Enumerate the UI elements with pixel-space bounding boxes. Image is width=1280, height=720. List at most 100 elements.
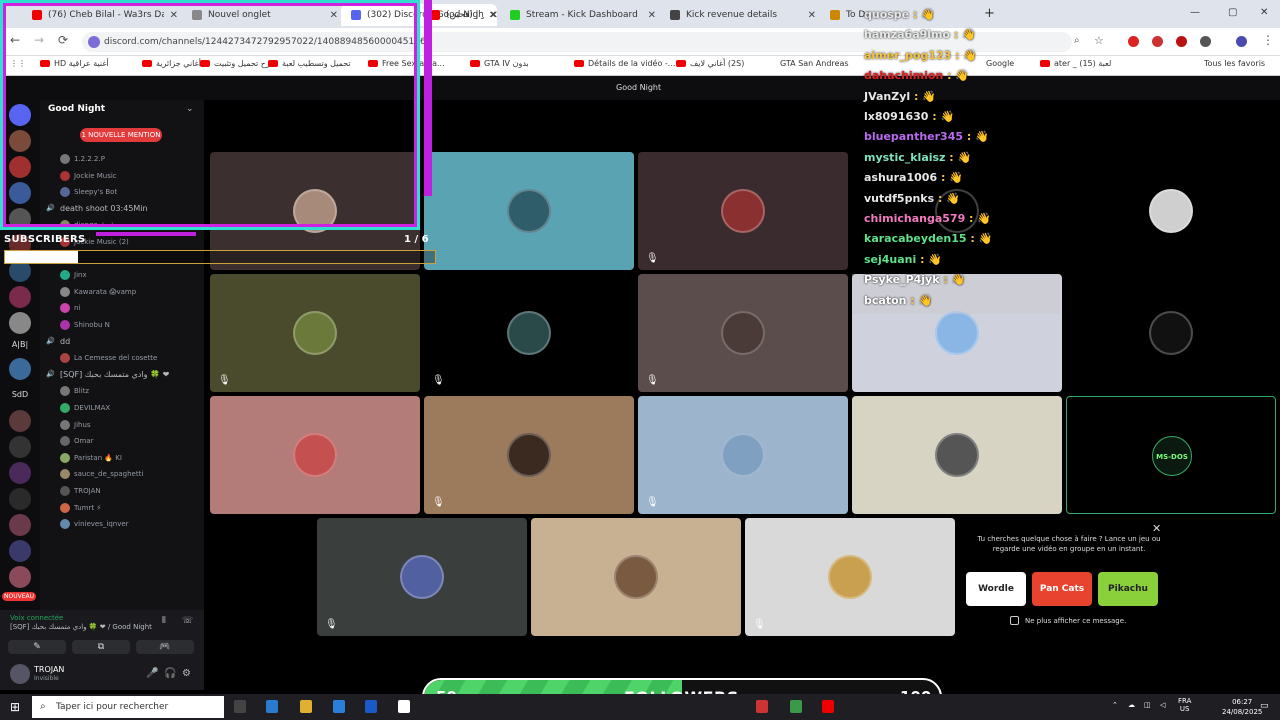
extension-icon[interactable]: [1176, 36, 1187, 47]
participant-tile[interactable]: 🎙: [745, 518, 955, 636]
voice-user[interactable]: DEVILMAX: [60, 401, 200, 415]
participant-tile[interactable]: 🎙: [424, 274, 634, 392]
maximize-icon[interactable]: ▢: [1228, 7, 1237, 18]
profile-avatar[interactable]: [1236, 36, 1247, 47]
tray-icon[interactable]: ☁: [1128, 701, 1135, 709]
voice-user[interactable]: Kawarata 😱vamp: [60, 285, 200, 299]
participant-tile[interactable]: [531, 518, 741, 636]
checkbox[interactable]: [1010, 616, 1019, 625]
close-window-icon[interactable]: ✕: [1260, 7, 1268, 18]
muted-icon: 🎙: [646, 253, 659, 264]
server-icon[interactable]: [9, 488, 31, 510]
bookmark[interactable]: GTA San Andreas: [780, 59, 849, 68]
menu-icon[interactable]: ⋮: [1262, 33, 1274, 47]
voice-user[interactable]: sauce_de_spaghetti: [60, 467, 200, 481]
app-icon[interactable]: [756, 700, 768, 713]
dont-show-again[interactable]: Ne plus afficher ce message.: [1010, 616, 1126, 625]
windows-start-icon[interactable]: ⊞: [10, 700, 20, 714]
notepad-icon[interactable]: [398, 700, 410, 713]
voice-channel[interactable]: 🔊 [SQF] وادي متمسك بحبك 🍀 ❤: [46, 368, 186, 382]
participant-tile[interactable]: 🎙: [638, 152, 848, 270]
server-icon[interactable]: [9, 358, 31, 380]
vscode-icon[interactable]: [333, 700, 345, 713]
close-tab-icon[interactable]: ✕: [808, 10, 816, 21]
bookmark[interactable]: Détails de la vidéo -...: [574, 59, 675, 68]
voice-user[interactable]: Omar: [60, 434, 200, 448]
participant-tile[interactable]: [210, 396, 420, 514]
tab-favicon: [510, 10, 520, 20]
voice-channel[interactable]: 🔊 dd: [46, 335, 186, 349]
bookmark[interactable]: أغاني لايف (2S): [676, 59, 744, 68]
close-tab-icon[interactable]: ✕: [490, 10, 498, 21]
participant-tile[interactable]: [852, 396, 1062, 514]
server-icon[interactable]: [9, 312, 31, 334]
participant-tile[interactable]: 🎙: [210, 274, 420, 392]
minimize-icon[interactable]: —: [1190, 7, 1200, 18]
voice-user[interactable]: Blitz: [60, 384, 200, 398]
browser-tab[interactable]: Stream - Kick Dashboard ✕: [500, 4, 656, 26]
participant-tile[interactable]: 🎙: [317, 518, 527, 636]
headphones-icon[interactable]: 🎧: [164, 668, 176, 679]
voice-user[interactable]: Jinx: [60, 268, 200, 282]
chrome-icon[interactable]: [790, 700, 802, 713]
voice-channel[interactable]: [SQF] وادي متمسك بحبك 🍀 ❤ / Good Night: [10, 623, 152, 631]
participant-tile[interactable]: [1066, 274, 1276, 392]
participant-tile[interactable]: [1066, 152, 1276, 270]
browser-tab[interactable]: Kick revenue details ✕: [660, 4, 816, 26]
voice-user[interactable]: Paristan 🔥 KI: [60, 451, 200, 465]
disconnect-icon[interactable]: ☏: [182, 616, 193, 626]
voice-user[interactable]: ni: [60, 301, 200, 315]
outlook-icon[interactable]: [365, 700, 377, 713]
file-explorer-icon[interactable]: [300, 700, 312, 713]
screen-share-button[interactable]: ⧉: [72, 640, 130, 654]
server-icon[interactable]: [9, 410, 31, 432]
tray-chevron-icon[interactable]: ⌃: [1112, 701, 1118, 709]
gear-icon[interactable]: ⚙: [182, 668, 191, 679]
voice-user[interactable]: La Cemesse del cosette: [60, 351, 200, 365]
server-icon[interactable]: [9, 514, 31, 536]
store-icon[interactable]: [266, 700, 278, 713]
bookmark-star-icon[interactable]: ☆: [1094, 34, 1104, 47]
all-bookmarks[interactable]: Tous les favoris: [1204, 59, 1265, 68]
youtube-icon[interactable]: [822, 700, 834, 713]
network-icon[interactable]: ◫: [1144, 701, 1151, 709]
mic-muted-icon[interactable]: 🎤: [146, 668, 158, 679]
extension-icon[interactable]: [1128, 36, 1139, 47]
close-tab-icon[interactable]: ✕: [648, 10, 656, 21]
server-label[interactable]: A|B|: [4, 340, 36, 349]
server-label[interactable]: SdD: [4, 390, 36, 399]
participant-tile[interactable]: 🎙: [424, 396, 634, 514]
extension-icon[interactable]: [1152, 36, 1163, 47]
server-icon[interactable]: [9, 540, 31, 562]
server-icon[interactable]: [9, 436, 31, 458]
participant-tile[interactable]: 🎙: [638, 396, 848, 514]
game-pan-cats[interactable]: Pan Cats: [1032, 572, 1092, 606]
chat-text: : 👋: [951, 48, 978, 62]
voice-user[interactable]: vinieves_iqnver: [60, 517, 200, 531]
task-view-icon[interactable]: [234, 700, 246, 713]
participant-tile[interactable]: MS-DOS: [1066, 396, 1276, 514]
voice-user[interactable]: TROJAN: [60, 484, 200, 498]
window-title: Good Night: [616, 83, 662, 92]
noise-suppression-icon[interactable]: ⫴: [162, 616, 166, 626]
participant-tile[interactable]: 🎙: [638, 274, 848, 392]
participant-tile[interactable]: [424, 152, 634, 270]
activity-button[interactable]: 🎮: [136, 640, 194, 654]
volume-icon[interactable]: ◁: [1160, 701, 1165, 709]
server-icon[interactable]: [9, 462, 31, 484]
server-icon[interactable]: [9, 566, 31, 588]
voice-user[interactable]: Shinobu N: [60, 318, 200, 332]
game-pikachu[interactable]: Pikachu: [1098, 572, 1158, 606]
voice-user[interactable]: Jihus: [60, 418, 200, 432]
game-wordle[interactable]: Wordle: [966, 572, 1026, 606]
server-icon[interactable]: [9, 286, 31, 308]
clock[interactable]: 06:27 24/08/2025: [1222, 697, 1262, 717]
extensions-puzzle-icon[interactable]: [1200, 36, 1211, 47]
taskbar-search[interactable]: ⌕ Taper ici pour rechercher: [32, 696, 224, 718]
camera-button[interactable]: ✎: [8, 640, 66, 654]
avatar[interactable]: [10, 664, 30, 684]
notifications-icon[interactable]: ▭: [1260, 701, 1269, 711]
bookmark[interactable]: GTA IV بدون: [470, 59, 529, 68]
language-indicator[interactable]: FRA US: [1178, 697, 1191, 713]
voice-user[interactable]: Tumrt ⚡: [60, 501, 200, 515]
